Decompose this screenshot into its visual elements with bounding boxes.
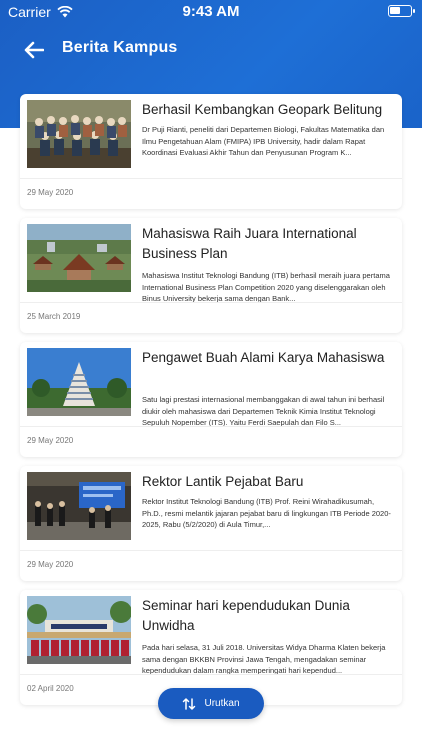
news-description: Mahasiswa Institut Teknologi Bandung (IT… (142, 271, 390, 303)
news-title: Berhasil Kembangkan Geopark Belitung (142, 102, 383, 117)
sort-button[interactable]: Urutkan (158, 688, 264, 719)
news-date: 25 March 2019 (27, 312, 81, 321)
news-date: 29 May 2020 (27, 188, 74, 197)
news-thumbnail (27, 100, 131, 168)
news-title: Rektor Lantik Pejabat Baru (142, 474, 304, 489)
news-description: Rektor Institut Teknologi Bandung (ITB) … (142, 497, 391, 529)
news-list: Berhasil Kembangkan Geopark Belitung Dr … (20, 94, 402, 714)
news-title: Seminar hari kependudukan Dunia Unwidha (142, 598, 350, 633)
news-thumbnail (27, 472, 131, 540)
news-card[interactable]: Rektor Lantik Pejabat Baru Rektor Instit… (20, 466, 402, 581)
card-divider (20, 178, 402, 179)
nav-bar: Berita Kampus (0, 30, 422, 70)
news-description: Satu lagi prestasi internasional membang… (142, 395, 385, 427)
news-title: Pengawet Buah Alami Karya Mahasiswa (142, 350, 385, 365)
news-description: Dr Puji Rianti, peneliti dari Departemen… (142, 125, 385, 157)
card-divider (20, 302, 402, 303)
status-bar: Carrier 9:43 AM (0, 0, 422, 24)
arrow-left-icon (24, 41, 44, 59)
card-divider (20, 426, 402, 427)
card-divider (20, 674, 402, 675)
clock: 9:43 AM (182, 3, 240, 20)
news-date: 29 May 2020 (27, 436, 74, 445)
news-date: 29 May 2020 (27, 560, 74, 569)
news-thumbnail (27, 348, 131, 416)
page-title: Berita Kampus (62, 39, 178, 56)
news-card[interactable]: Mahasiswa Raih Juara International Busin… (20, 218, 402, 333)
news-card[interactable]: Pengawet Buah Alami Karya Mahasiswa Satu… (20, 342, 402, 457)
news-thumbnail (27, 224, 131, 292)
news-description: Pada hari selasa, 31 Juli 2018. Universi… (142, 643, 386, 675)
news-card[interactable]: Berhasil Kembangkan Geopark Belitung Dr … (20, 94, 402, 209)
card-divider (20, 550, 402, 551)
news-thumbnail (27, 596, 131, 664)
news-title: Mahasiswa Raih Juara International Busin… (142, 226, 357, 261)
sort-button-label: Urutkan (204, 698, 240, 709)
battery-icon (388, 5, 415, 17)
news-date: 02 April 2020 (27, 684, 74, 693)
sort-arrows-icon (183, 697, 196, 710)
back-button[interactable] (20, 36, 48, 64)
